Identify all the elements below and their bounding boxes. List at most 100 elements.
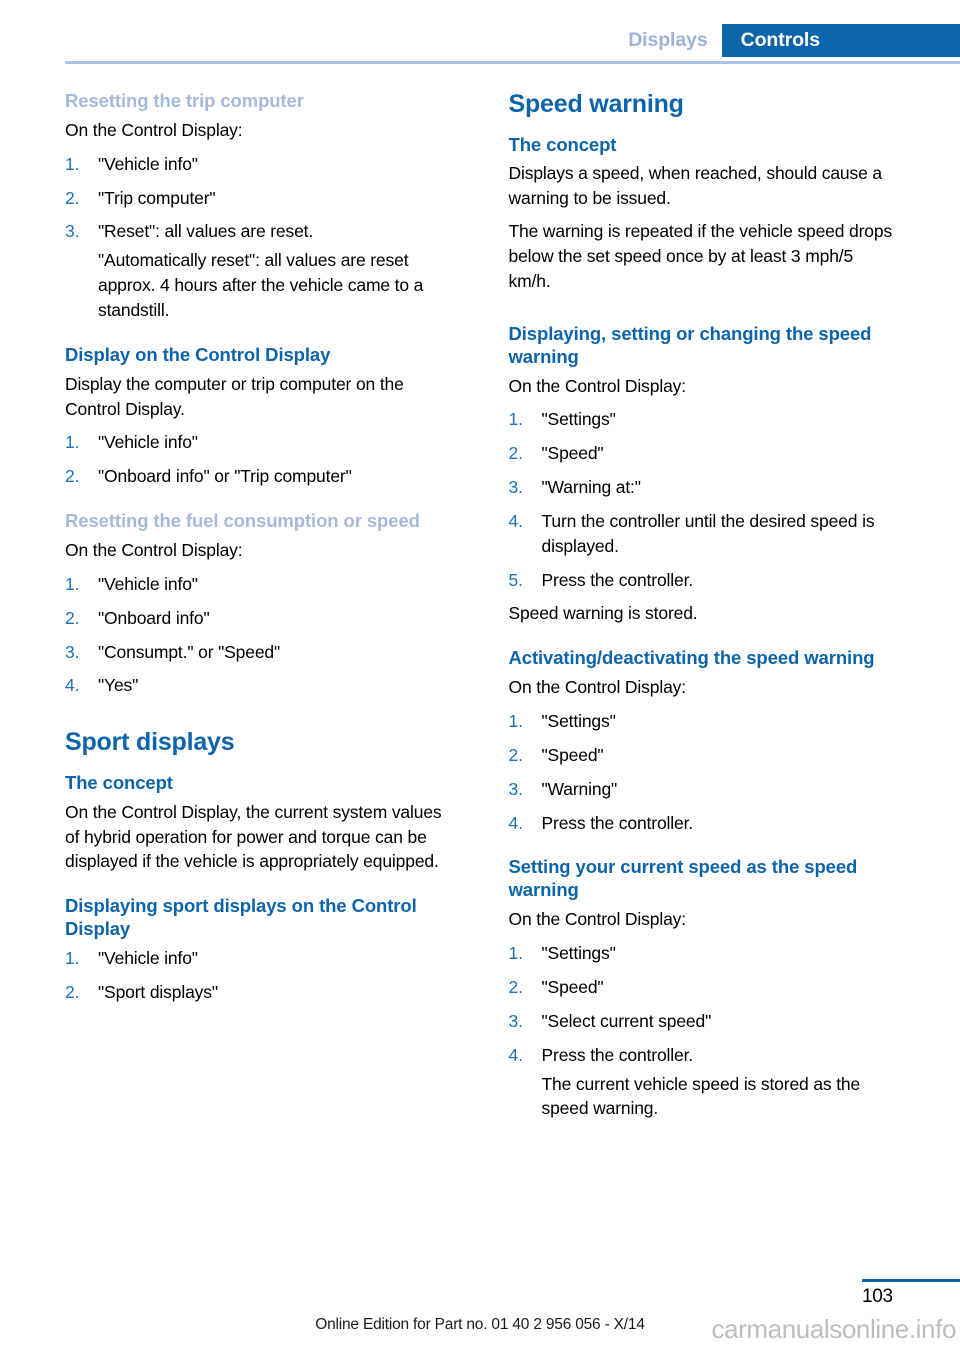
step-number: 2. <box>65 187 80 208</box>
step-number: 4. <box>508 510 523 531</box>
heading-display-on-control-display: Display on the Control Display <box>65 343 331 365</box>
section-activating-deactivating: Activating/deactivating the speed warnin… <box>509 647 897 835</box>
intro-text: On the Control Display: <box>508 677 687 698</box>
heading-resetting-trip-computer: Resetting the trip computer <box>65 90 304 111</box>
step-number: 2. <box>65 607 80 628</box>
list-item: 1. "Settings" <box>509 941 897 966</box>
list-item: 3. "Warning at:" <box>509 475 897 500</box>
step-number: 2. <box>65 982 80 1002</box>
step-number: 3. <box>508 1010 523 1031</box>
step-number: 3. <box>65 641 80 662</box>
steps-resetting-fuel-consumption: 1. "Vehicle info" 2. "Onboard info" 3. "… <box>65 572 453 698</box>
section-setting-current-speed: Setting your current speed as the speed … <box>509 856 897 1121</box>
tab-controls-label: Controls <box>740 29 820 51</box>
intro-text: On the Control Display: <box>508 909 687 930</box>
list-item: 1. "Vehicle info" <box>65 946 453 971</box>
page-number: 103 <box>862 1286 893 1307</box>
step-subtext: The current vehicle speed is stored as t… <box>541 1073 861 1119</box>
list-item: 2. "Speed" <box>509 743 897 768</box>
title-speed-warning: Speed warning <box>508 90 684 118</box>
heading-the-concept: The concept <box>508 133 617 155</box>
list-item: 2. "Onboard info" <box>65 606 453 631</box>
header-divider <box>65 61 960 64</box>
intro-text: On the Control Display: <box>65 540 243 561</box>
tab-controls[interactable]: Controls <box>721 24 960 57</box>
step-text: "Sport displays" <box>98 982 218 1002</box>
concept-text: On the Control Display, the current syst… <box>65 801 442 872</box>
list-item: 1. "Vehicle info" <box>65 572 453 597</box>
tab-displays-label: Displays <box>628 29 708 51</box>
heading-activating-deactivating: Activating/deactivating the speed warnin… <box>508 647 875 669</box>
step-text: "Onboard info" or "Trip computer" <box>98 466 352 487</box>
step-number: 4. <box>508 812 523 833</box>
step-text: Press the controller. <box>541 569 694 590</box>
concept-paragraph-1: Displays a speed, when reached, should c… <box>508 163 883 209</box>
step-text: "Yes" <box>98 675 139 696</box>
list-item: 3. "Select current speed" <box>509 1009 897 1034</box>
step-text: "Vehicle info" <box>98 432 198 453</box>
list-item: 1. "Vehicle info" <box>65 430 453 455</box>
right-column: Speed warning The concept Displays a spe… <box>509 90 897 1121</box>
heading-the-concept: The concept <box>65 771 173 793</box>
intro-text: Display the computer or trip computer on… <box>65 373 404 419</box>
step-text: "Reset": all values are reset. <box>98 221 314 242</box>
step-number: 3. <box>508 778 523 799</box>
concept-paragraph-2: The warning is repeated if the vehicle s… <box>508 221 893 291</box>
step-text: "Trip computer" <box>98 187 216 208</box>
step-text: "Settings" <box>541 409 616 430</box>
step-text: "Onboard info" <box>98 607 210 628</box>
steps-resetting-trip-computer: 1. "Vehicle info" 2. "Trip computer" 3. … <box>65 152 453 323</box>
step-number: 2. <box>508 977 523 997</box>
step-number: 1. <box>65 948 80 969</box>
section-sport-displays: Sport displays The concept On the Contro… <box>65 728 453 874</box>
step-text: "Vehicle info" <box>98 948 198 969</box>
list-item: 2. "Sport displays" <box>65 980 453 1005</box>
step-number: 1. <box>508 943 523 964</box>
step-number: 1. <box>508 409 523 430</box>
step-number: 1. <box>65 432 80 453</box>
after-list-note: Speed warning is stored. <box>508 603 698 624</box>
step-number: 2. <box>508 744 523 765</box>
page-footer: 103 Online Edition for Part no. 01 40 2 … <box>0 1252 960 1362</box>
list-item: 4. "Yes" <box>65 673 453 698</box>
step-text: Press the controller. <box>541 812 694 833</box>
steps-setting-current-speed: 1. "Settings" 2. "Speed" 3. "Select curr… <box>509 941 897 1121</box>
step-text: "Speed" <box>541 977 604 997</box>
page-header: Displays Controls <box>0 0 960 72</box>
step-number: 1. <box>508 711 523 732</box>
step-number: 3. <box>508 477 523 498</box>
heading-resetting-fuel-consumption: Resetting the fuel consumption or speed <box>65 510 420 532</box>
page-content: Resetting the trip computer On the Contr… <box>65 90 896 1121</box>
heading-setting-current-speed: Setting your current speed as the speed … <box>508 856 858 901</box>
list-item: 1. "Settings" <box>509 407 897 432</box>
step-text: Turn the controller until the desired sp… <box>541 510 875 556</box>
step-number: 3. <box>65 221 80 242</box>
tab-displays[interactable]: Displays <box>628 24 721 57</box>
steps-display-on-control-display: 1. "Vehicle info" 2. "Onboard info" or "… <box>65 430 453 489</box>
list-item: 4. Press the controller. The current veh… <box>509 1043 897 1122</box>
section-displaying-setting-changing: Displaying, setting or changing the spee… <box>509 323 897 627</box>
section-speed-warning: Speed warning The concept Displays a spe… <box>509 90 897 294</box>
section-display-on-control-display: Display on the Control Display Display t… <box>65 344 453 489</box>
intro-text: On the Control Display: <box>508 375 687 396</box>
step-text: "Warning at:" <box>541 477 641 498</box>
step-text: "Speed" <box>541 744 604 765</box>
list-item: 1. "Vehicle info" <box>65 152 453 177</box>
step-text: "Settings" <box>541 943 616 964</box>
step-number: 1. <box>65 153 80 174</box>
edition-note: Online Edition for Part no. 01 40 2 956 … <box>315 1316 645 1333</box>
step-text: "Select current speed" <box>541 1010 712 1031</box>
step-subtext: "Automatically reset": all values are re… <box>98 250 424 320</box>
step-text: "Speed" <box>541 443 604 464</box>
list-item: 4. Turn the controller until the desired… <box>509 509 897 559</box>
list-item: 3. "Warning" <box>509 777 897 802</box>
left-column: Resetting the trip computer On the Contr… <box>65 90 453 1121</box>
list-item: 3. "Reset": all values are reset. "Autom… <box>65 219 453 322</box>
step-number: 2. <box>508 443 523 464</box>
list-item: 2. "Speed" <box>509 975 897 1000</box>
section-tabs: Displays Controls <box>628 24 960 57</box>
